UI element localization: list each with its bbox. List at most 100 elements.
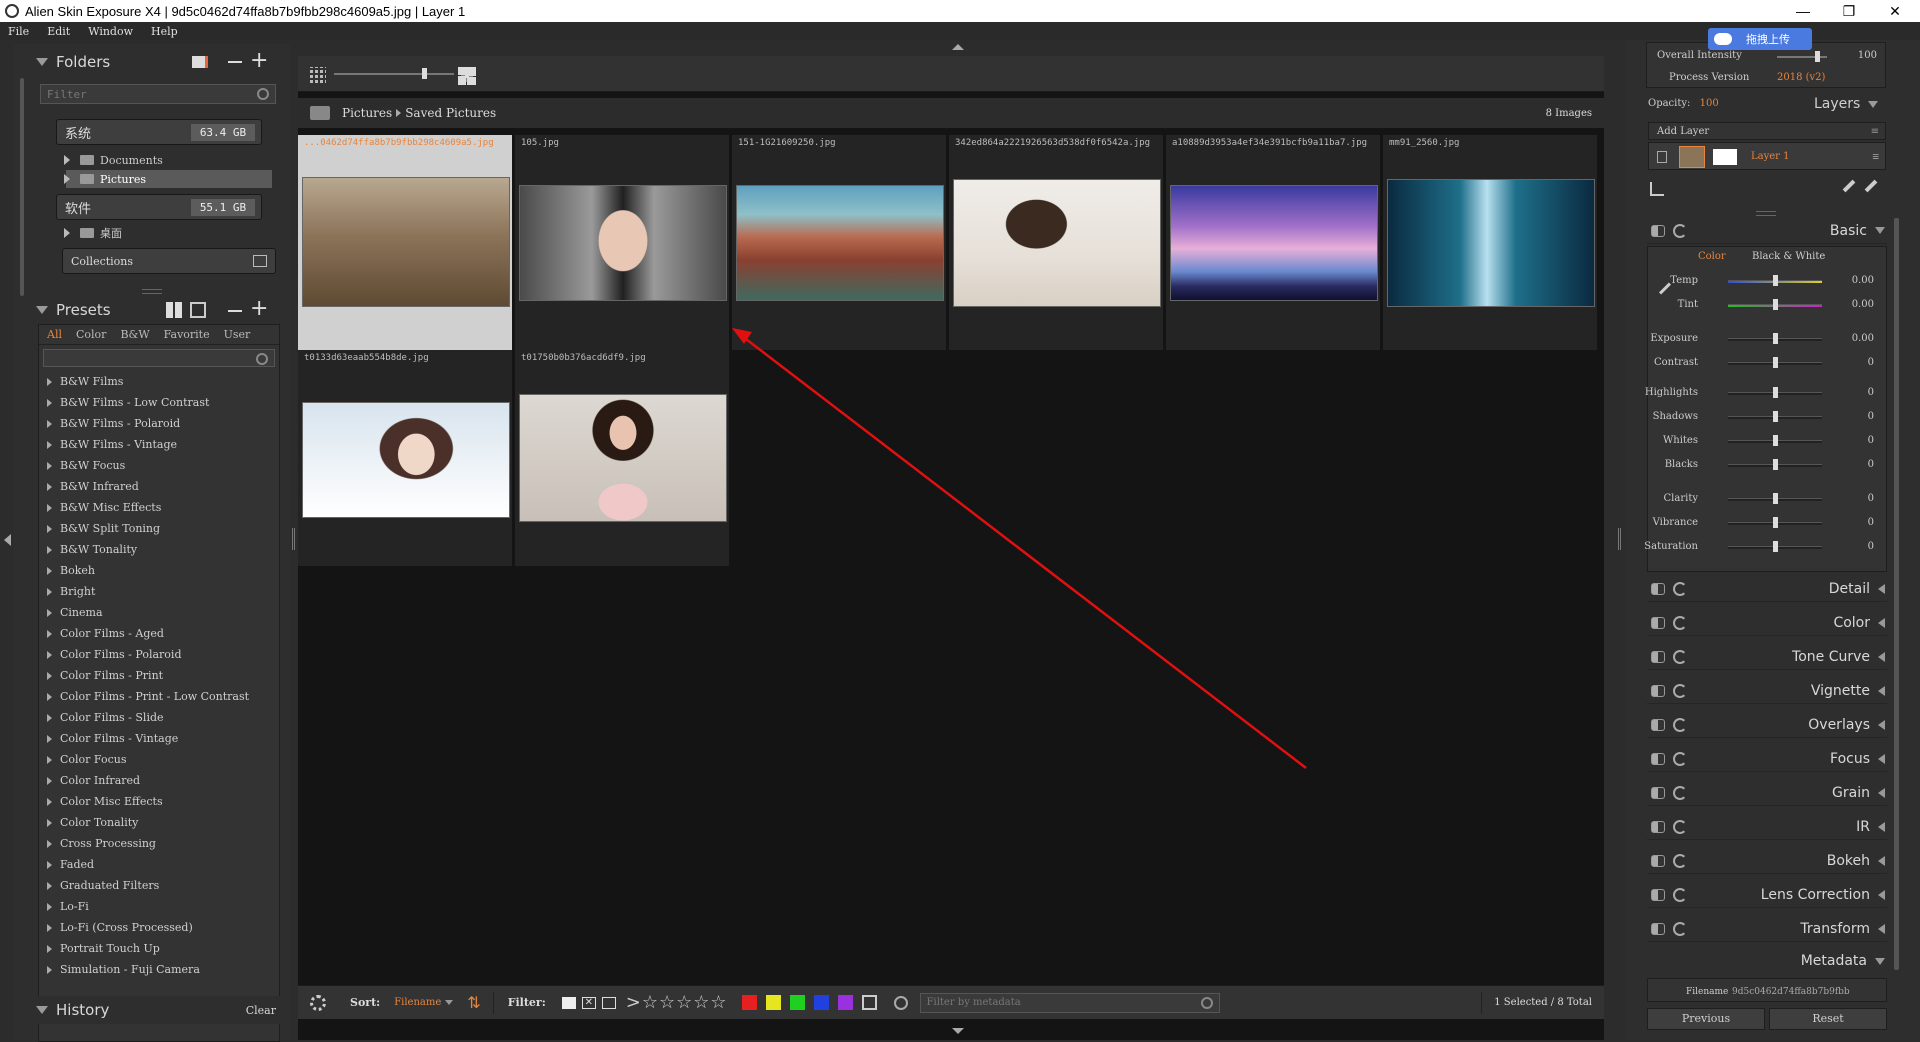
- reset-icon[interactable]: [1673, 921, 1687, 936]
- slider-tint[interactable]: Tint 0.00: [1650, 296, 1874, 314]
- reset-icon[interactable]: [1673, 751, 1687, 766]
- reset-icon[interactable]: [1673, 819, 1687, 834]
- slider-highlights[interactable]: Highlights 0: [1645, 384, 1874, 402]
- layer-menu-icon[interactable]: ≡: [1872, 150, 1879, 163]
- toggle-icon[interactable]: [1651, 616, 1665, 629]
- slider-whites[interactable]: Whites 0: [1650, 432, 1874, 450]
- color-label-green[interactable]: [789, 995, 805, 1010]
- toggle-icon[interactable]: [1651, 582, 1665, 595]
- slider-knob[interactable]: [1773, 275, 1778, 286]
- toggle-icon[interactable]: [1651, 224, 1665, 237]
- section-header[interactable]: Vignette: [1647, 678, 1887, 704]
- crop-icon[interactable]: [1650, 182, 1664, 196]
- reset-icon[interactable]: [1673, 649, 1687, 664]
- overall-intensity-knob[interactable]: [1815, 51, 1820, 62]
- reset-icon[interactable]: [1673, 887, 1687, 902]
- right-resize-handle[interactable]: [1618, 528, 1621, 550]
- color-label-none[interactable]: [861, 995, 877, 1010]
- reset-icon[interactable]: [1673, 785, 1687, 800]
- reset-icon[interactable]: [1673, 615, 1687, 630]
- toggle-icon[interactable]: [1651, 820, 1665, 833]
- sort-select[interactable]: Filename: [394, 997, 441, 1008]
- process-version-select[interactable]: 2018 (v2): [1777, 72, 1825, 83]
- unflagged-icon[interactable]: [601, 996, 616, 1009]
- section-header[interactable]: Focus: [1647, 746, 1887, 772]
- opacity-value[interactable]: 100: [1700, 98, 1719, 109]
- expand-icon: [1878, 821, 1885, 832]
- expand-icon: [1878, 583, 1885, 594]
- slider-knob[interactable]: [1773, 541, 1778, 552]
- section-header[interactable]: Bokeh: [1647, 848, 1887, 874]
- section-header[interactable]: Tone Curve: [1647, 644, 1887, 670]
- slider-knob[interactable]: [1773, 493, 1778, 504]
- left-resize-handle[interactable]: [292, 528, 295, 550]
- section-header[interactable]: Color: [1647, 610, 1887, 636]
- slider-clarity[interactable]: Clarity 0: [1650, 490, 1874, 508]
- toggle-icon[interactable]: [1651, 718, 1665, 731]
- sort-dropdown-icon[interactable]: [445, 1000, 454, 1005]
- settings-gear-icon[interactable]: [310, 994, 326, 1011]
- toggle-icon[interactable]: [1651, 888, 1665, 901]
- menu-icon[interactable]: ≡: [1871, 126, 1879, 137]
- slider-knob[interactable]: [1773, 517, 1778, 528]
- layers-title: Layers: [1814, 96, 1861, 112]
- layers-header[interactable]: Layers: [1814, 96, 1879, 112]
- color-label-blue[interactable]: [813, 995, 829, 1010]
- section-header[interactable]: IR: [1647, 814, 1887, 840]
- slider-exposure[interactable]: Exposure 0.00: [1650, 330, 1874, 348]
- color-label-yellow[interactable]: [765, 995, 781, 1010]
- slider-knob[interactable]: [1773, 411, 1778, 422]
- slider-blacks[interactable]: Blacks 0: [1650, 456, 1874, 474]
- slider-knob[interactable]: [1773, 387, 1778, 398]
- upload-badge[interactable]: 拖拽上传: [1708, 28, 1812, 50]
- previous-button[interactable]: Previous: [1647, 1008, 1765, 1030]
- overall-intensity-label: Overall Intensity: [1657, 50, 1742, 61]
- section-header[interactable]: Grain: [1647, 780, 1887, 806]
- rating-filter-icon[interactable]: >☆☆☆☆☆: [626, 992, 728, 1013]
- layer-mask-thumbnail: [1713, 149, 1737, 165]
- metadata-key-icon[interactable]: [893, 995, 908, 1010]
- color-label-purple[interactable]: [837, 995, 853, 1010]
- slider-knob[interactable]: [1773, 299, 1778, 310]
- metadata-section-header[interactable]: Metadata: [1647, 948, 1887, 974]
- reset-icon[interactable]: [1673, 853, 1687, 868]
- slider-knob[interactable]: [1773, 357, 1778, 368]
- section-header[interactable]: Overlays: [1647, 712, 1887, 738]
- layer-row[interactable]: Layer 1 ≡: [1648, 142, 1886, 170]
- reject-flag-icon[interactable]: ✕: [581, 996, 596, 1009]
- color-label-red[interactable]: [741, 995, 757, 1010]
- mode-bw-tab[interactable]: Black & White: [1752, 251, 1825, 262]
- toggle-icon[interactable]: [1651, 854, 1665, 867]
- section-header[interactable]: Detail: [1647, 576, 1887, 602]
- layer-visibility-icon[interactable]: [1657, 151, 1667, 163]
- add-layer-button[interactable]: Add Layer ≡: [1648, 122, 1886, 140]
- slider-contrast[interactable]: Contrast 0: [1650, 354, 1874, 372]
- slider-shadows[interactable]: Shadows 0: [1650, 408, 1874, 426]
- resize-handle[interactable]: [1756, 211, 1776, 216]
- toggle-icon[interactable]: [1651, 650, 1665, 663]
- toggle-icon[interactable]: [1651, 752, 1665, 765]
- slider-knob[interactable]: [1773, 435, 1778, 446]
- metadata-filter-input[interactable]: Filter by metadata: [919, 992, 1220, 1013]
- flag-icon[interactable]: [561, 996, 576, 1009]
- slider-temp[interactable]: Temp 0.00: [1650, 272, 1874, 290]
- mode-color-tab[interactable]: Color: [1698, 251, 1726, 262]
- slider-knob[interactable]: [1773, 459, 1778, 470]
- toggle-icon[interactable]: [1651, 922, 1665, 935]
- toggle-icon[interactable]: [1651, 684, 1665, 697]
- reset-icon[interactable]: [1673, 223, 1687, 238]
- expand-icon: [1878, 753, 1885, 764]
- reset-button[interactable]: Reset: [1769, 1008, 1887, 1030]
- section-header[interactable]: Transform: [1647, 916, 1887, 942]
- right-scrollbar[interactable]: [1894, 218, 1899, 970]
- reset-icon[interactable]: [1673, 581, 1687, 596]
- toggle-icon[interactable]: [1651, 786, 1665, 799]
- section-header[interactable]: Lens Correction: [1647, 882, 1887, 908]
- slider-knob[interactable]: [1773, 333, 1778, 344]
- reset-icon[interactable]: [1673, 717, 1687, 732]
- sort-order-icon[interactable]: ⇅: [467, 993, 480, 1012]
- slider-saturation[interactable]: Saturation 0: [1644, 538, 1874, 556]
- basic-section-header[interactable]: Basic: [1647, 218, 1887, 244]
- reset-icon[interactable]: [1673, 683, 1687, 698]
- slider-vibrance[interactable]: Vibrance 0: [1650, 514, 1874, 532]
